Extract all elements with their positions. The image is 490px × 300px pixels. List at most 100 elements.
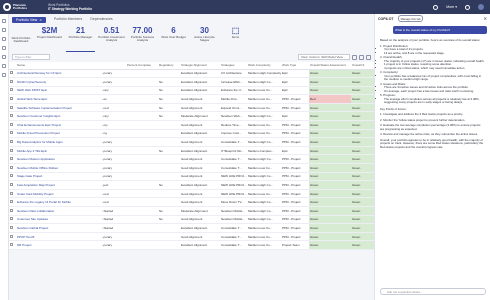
table-row[interactable]: NewGen Global Project ...Started Excellent… (9, 223, 374, 233)
project-name-cell[interactable]: NewGen Mobile Offline Rollout (16, 163, 100, 173)
settings-icon[interactable] (2, 73, 6, 77)
row-checkbox[interactable] (10, 131, 13, 135)
project-name-cell[interactable]: Mobile App 2 Tills Epic (16, 146, 100, 156)
kpi-card[interactable]: 21 Portfolio Manager (66, 25, 95, 52)
row-checkbox[interactable] (10, 140, 13, 144)
row-checkbox[interactable] (10, 191, 13, 195)
row-checkbox[interactable] (10, 217, 13, 221)
copilot-mode-badge[interactable]: Manage this tab (397, 15, 424, 22)
table-row[interactable]: NewGen Data Collaboration ...Started No Mod… (9, 206, 374, 216)
column-header[interactable]: Work Type (281, 62, 309, 70)
table-row[interactable]: DR Project ...porary Excellent Alignment Co… (9, 240, 374, 250)
portfolio-icon[interactable] (2, 28, 6, 32)
column-header[interactable]: Overall S (351, 62, 374, 70)
project-name-cell[interactable]: Stage Gate Project (16, 172, 100, 182)
kpi-card[interactable]: ⬚ Items (221, 25, 250, 52)
column-header[interactable]: Strategic Alignment (180, 62, 220, 70)
row-checkbox[interactable] (10, 157, 13, 161)
project-name-cell[interactable]: Satellite Software Implementation Projec… (16, 103, 100, 113)
notification-icon[interactable] (465, 4, 470, 10)
column-header[interactable] (9, 62, 16, 70)
column-header[interactable]: Regulatory (158, 62, 180, 70)
row-checkbox[interactable] (10, 183, 13, 187)
home-icon[interactable] (2, 19, 6, 23)
project-name-cell[interactable]: Smart Card Mobility Project (16, 189, 100, 199)
project-name-cell[interactable]: Big Data Analytics for Mobile Apps (16, 137, 100, 147)
more-menu[interactable]: More ▾ (446, 5, 457, 9)
row-checkbox[interactable] (10, 165, 13, 169)
project-name-cell[interactable]: NewGen Customer Insights Epic (16, 111, 100, 122)
project-name-cell[interactable]: DR Project (16, 240, 100, 250)
row-checkbox[interactable] (10, 200, 13, 204)
project-name-cell[interactable]: NEW Web FIRST Epic (16, 86, 100, 96)
row-checkbox[interactable] (10, 114, 13, 118)
kpi-card[interactable]: 0.51 Portfolio Investment Analysis (97, 25, 126, 52)
project-name-cell[interactable]: NewGen Data Collaboration (16, 206, 100, 216)
row-checkbox[interactable] (10, 88, 13, 92)
column-header[interactable]: Overall Status Assessment (309, 62, 351, 70)
project-name-cell[interactable]: Fast Acquisition Map Project (16, 180, 100, 190)
calendar-icon[interactable] (2, 64, 6, 68)
project-name-cell[interactable]: Mobile Fraud Prevention Project (16, 129, 100, 139)
fullscreen-icon[interactable] (366, 54, 371, 60)
tab-portfolio-view[interactable]: Portfolio View ✕ (12, 17, 46, 23)
column-header[interactable]: Work Complexity (247, 62, 281, 70)
resource-icon[interactable] (2, 46, 6, 50)
column-header[interactable]: Strategies (220, 62, 247, 70)
filter-input[interactable]: Type to filter (12, 54, 50, 60)
row-checkbox[interactable] (10, 243, 13, 247)
close-icon[interactable]: ✕ (39, 18, 42, 22)
table-row[interactable]: Chat Enhancements Epic Project ...ory Good… (9, 120, 374, 130)
table-row[interactable]: NGSD Cyber/Security ...porary No Excellent … (9, 77, 374, 87)
kpi-card[interactable]: Work Portfolio Dashboard (9, 25, 33, 52)
report-icon[interactable] (2, 55, 6, 59)
project-name-cell[interactable]: Architectural Runway for CX Epic (16, 69, 100, 79)
kpi-card[interactable]: 6 Work Over Budget (159, 25, 188, 52)
copilot-input[interactable]: Ask me a question about... (380, 288, 486, 295)
row-checkbox[interactable] (10, 122, 13, 126)
column-header[interactable]: Percent Complete (126, 62, 158, 70)
columns-icon[interactable] (352, 54, 357, 60)
project-name-cell[interactable]: Customer Site Updates (16, 215, 100, 225)
close-icon[interactable]: ✕ (484, 16, 487, 21)
row-checkbox[interactable] (10, 174, 13, 178)
project-name-cell[interactable]: NewGen Global Project (16, 223, 100, 233)
project-name-cell[interactable]: Chat Enhancements Epic Project (16, 120, 100, 130)
row-checkbox[interactable] (10, 148, 13, 152)
row-checkbox[interactable] (10, 97, 13, 101)
project-name-cell[interactable]: NewGen Modern Application (16, 154, 100, 165)
table-row[interactable]: Satellite Software Implementation Projec… (9, 103, 374, 113)
table-row[interactable]: Customer Site Updates ...Started No Good Al… (9, 215, 374, 225)
tab-portfolio-members[interactable]: Portfolio Members (54, 17, 82, 23)
row-checkbox[interactable] (10, 79, 13, 83)
table-row[interactable]: Mobile Fraud Prevention Project ...ng Exce… (9, 129, 374, 139)
row-checkbox[interactable] (10, 225, 13, 229)
view-select[interactable]: View: Column: Skill Model View (298, 54, 350, 60)
row-checkbox[interactable] (10, 234, 13, 238)
table-row[interactable]: Architectural Runway for CX Epic ...porar… (9, 69, 374, 79)
row-checkbox[interactable] (10, 105, 13, 109)
column-header[interactable] (100, 62, 126, 70)
column-header[interactable]: Name (16, 62, 100, 70)
tab-dependencies[interactable]: Dependencies (90, 17, 112, 23)
table-row[interactable]: NEW Web FIRST Epic ...rary No Excellent Ali… (9, 86, 374, 96)
project-name-cell[interactable]: PPOP Test B (16, 232, 100, 242)
table-row[interactable]: NewGen Mobile Offline Rollout ...porary Go… (9, 163, 374, 173)
project-name-cell[interactable]: NGSD Cyber/Security (16, 77, 100, 87)
help-icon[interactable] (433, 4, 439, 10)
row-checkbox[interactable] (10, 71, 13, 75)
kpi-card[interactable]: 30 Active Lifecycle Stages (190, 25, 219, 52)
work-icon[interactable] (2, 37, 6, 41)
table-row[interactable]: Enhance the Legacy UI Portal for Mobile.… (9, 197, 374, 207)
project-name-cell[interactable]: Enhance the Legacy UI Portal for Mobile (16, 197, 100, 207)
table-row[interactable]: Mobile App 2 Tills Epic ...porary No Excell… (9, 146, 374, 156)
export-icon[interactable] (359, 54, 364, 60)
table-row[interactable]: NewGen Modern Application ...porary Good A… (9, 154, 374, 165)
table-row[interactable]: Stage Gate Project ...porary Good Alignmen… (9, 172, 374, 182)
app-logo[interactable]: Planview Portfolios (0, 3, 48, 11)
kpi-card[interactable]: $2M Project Dashboard (35, 25, 64, 52)
project-name-cell[interactable]: Global Web Store Epic (16, 94, 100, 104)
table-row[interactable]: PPOP Test B ...porary Good Alignment Consol… (9, 232, 374, 242)
kpi-card[interactable]: 77.00 Portfolio Success Analysis (128, 25, 157, 52)
table-row[interactable]: NewGen Customer Insights Epic ...rary No Mo… (9, 111, 374, 122)
